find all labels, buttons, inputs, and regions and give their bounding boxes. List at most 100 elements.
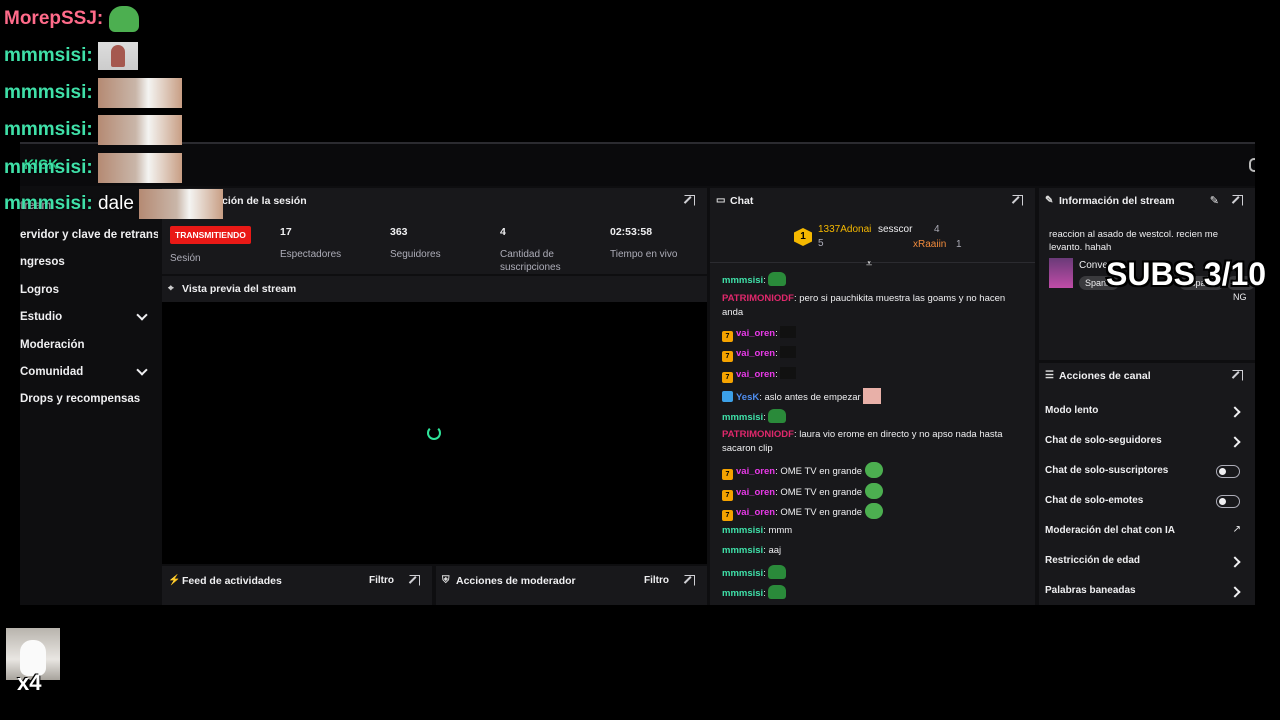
edit-icon[interactable]: ✎ [1210, 194, 1219, 207]
top-gifter-count: 5 [818, 238, 824, 249]
popout-icon[interactable] [1232, 370, 1243, 381]
subscribers-only-toggle[interactable] [1216, 465, 1240, 478]
action-ai-moderation[interactable]: Moderación del chat con IA [1045, 525, 1175, 536]
stat-label: Espectadores [280, 249, 342, 260]
live-badge: TRANSMITIENDO [170, 226, 251, 244]
sidebar-item-community[interactable]: Comunidad [20, 362, 158, 382]
cat-emote-icon [97, 115, 182, 145]
overlay-colon: : [86, 82, 93, 104]
chat-text: : [763, 568, 766, 579]
bolt-icon: ⚡ [168, 575, 181, 586]
sidebar-item-income[interactable]: ngresos [20, 252, 158, 272]
panel-title: Acciones de moderador [456, 575, 576, 587]
popout-icon[interactable] [1012, 195, 1023, 206]
overlay-chat-line: mmmsisi: [4, 115, 182, 145]
activity-feed-panel: ⚡ Feed de actividades Filtro [162, 566, 432, 605]
panel-title: ción de la sesión [222, 195, 307, 207]
chevron-right-icon[interactable] [1229, 586, 1241, 598]
chevron-down-icon [136, 309, 148, 321]
overlay-colon: : [86, 193, 93, 215]
panel-title: Feed de actividades [182, 575, 282, 587]
category-name[interactable]: Conve [1079, 260, 1108, 271]
sidebar-item-drops[interactable]: Drops y recompensas [20, 389, 158, 409]
chevron-right-icon[interactable] [1229, 406, 1241, 418]
emote-icon [768, 585, 787, 599]
stat-followers: 363 Seguidores [390, 226, 441, 261]
filter-button[interactable]: Filtro [369, 575, 394, 586]
chevron-right-icon[interactable] [1229, 436, 1241, 448]
chevron-right-icon[interactable] [1229, 556, 1241, 568]
sidebar-item-label: Logros [20, 284, 59, 296]
chat-username[interactable]: mmmsisi [722, 275, 763, 286]
pepe-emote-icon [864, 503, 883, 519]
chat-username[interactable]: PATRIMONIODF [722, 429, 794, 440]
chat-message: mmmsisi: [722, 272, 1022, 288]
emote-only-toggle[interactable] [1216, 495, 1240, 508]
popout-icon[interactable] [409, 575, 420, 586]
action-slow-mode[interactable]: Modo lento [1045, 405, 1098, 416]
scroll-to-bottom-icon[interactable]: ⩡ [866, 258, 872, 271]
action-banned-words[interactable]: Palabras baneadas [1045, 585, 1136, 596]
overlay-colon: : [86, 157, 93, 179]
sidebar-item-achievements[interactable]: Logros [20, 280, 158, 300]
rank-badge: 1 [794, 228, 812, 246]
stat-label: Sesión [170, 253, 201, 264]
stream-title: reaccion al asado de westcol. recien me … [1049, 229, 1218, 253]
overlay-chat-line: mmmsisi: [4, 42, 138, 70]
external-link-icon[interactable]: ↗ [1233, 524, 1241, 535]
sidebar-item-label: Estudio [20, 311, 63, 323]
sidebar-item-server-key[interactable]: ervidor y clave de retransm [20, 225, 158, 245]
action-followers-only[interactable]: Chat de solo-seguidores [1045, 435, 1162, 446]
stream-preview-player[interactable] [162, 302, 707, 564]
sidebar-item-moderation[interactable]: Moderación [20, 335, 158, 355]
chat-username[interactable]: vai_oren [736, 466, 775, 477]
chat-username[interactable]: vai_oren [736, 328, 775, 339]
top-gifter-name[interactable]: 1337Adonai [818, 224, 871, 235]
chat-username[interactable]: mmmsisi [722, 412, 763, 423]
popout-icon[interactable] [1232, 195, 1243, 206]
chat-text: : [775, 348, 778, 359]
action-age-restriction[interactable]: Restricción de edad [1045, 555, 1140, 566]
chat-username[interactable]: mmmsisi [722, 545, 763, 556]
pepe-emote-icon [864, 462, 883, 478]
sidebar-item-studio[interactable]: Estudio [20, 307, 158, 327]
emote-icon [768, 565, 787, 579]
subscriber-badge-icon: 7 [722, 490, 733, 501]
overlay-username: mmmsisi [4, 45, 87, 67]
chat-username[interactable]: vai_oren [736, 348, 775, 359]
chat-username[interactable]: mmmsisi [722, 568, 763, 579]
chat-message: 7 vai_oren: OME TV en grande [722, 483, 1022, 501]
chat-username[interactable]: mmmsisi [722, 525, 763, 536]
chat-message: 7 vai_oren: [722, 326, 1022, 342]
user-menu-icon[interactable] [1249, 158, 1255, 172]
subscriber-badge-icon: 7 [722, 331, 733, 342]
chat-message: mmmsisi: [722, 585, 1022, 601]
overlay-chat-line: mmmsisi: [4, 153, 182, 183]
chat-text: : OME TV en grande [775, 507, 863, 518]
filter-button[interactable]: Filtro [644, 575, 669, 586]
chat-message: mmmsisi: aaj [722, 544, 1022, 558]
popout-icon[interactable] [684, 195, 695, 206]
third-gifter-count: 1 [956, 239, 962, 250]
chat-username[interactable]: vai_oren [736, 507, 775, 518]
chat-message: mmmsisi: [722, 565, 1022, 581]
action-subscribers-only: Chat de solo-suscriptores [1045, 465, 1169, 476]
emote-icon [768, 409, 787, 423]
chat-username[interactable]: vai_oren [736, 487, 775, 498]
chat-username[interactable]: vai_oren [736, 369, 775, 380]
sidebar: tream ervidor y clave de retransm ngreso… [20, 188, 158, 605]
popout-icon[interactable] [684, 575, 695, 586]
chat-username[interactable]: mmmsisi [722, 588, 763, 599]
third-gifter-name[interactable]: xRaaiin [913, 239, 946, 250]
chat-text: : aslo antes de empezar [759, 392, 861, 403]
second-gifter-name[interactable]: sesscor [878, 224, 912, 235]
panel-title: Chat [730, 195, 754, 207]
session-info-panel: ción de la sesión TRANSMITIENDO Sesión 1… [162, 188, 707, 274]
pepe-emote-icon [864, 483, 883, 499]
chat-username[interactable]: PATRIMONIODF [722, 293, 794, 304]
subscriber-badge-icon: 7 [722, 372, 733, 383]
overlay-username: mmmsisi [4, 193, 87, 215]
chat-username[interactable]: YesK [736, 392, 759, 403]
session-status: TRANSMITIENDO Sesión [170, 226, 251, 265]
chat-text: : [775, 369, 778, 380]
